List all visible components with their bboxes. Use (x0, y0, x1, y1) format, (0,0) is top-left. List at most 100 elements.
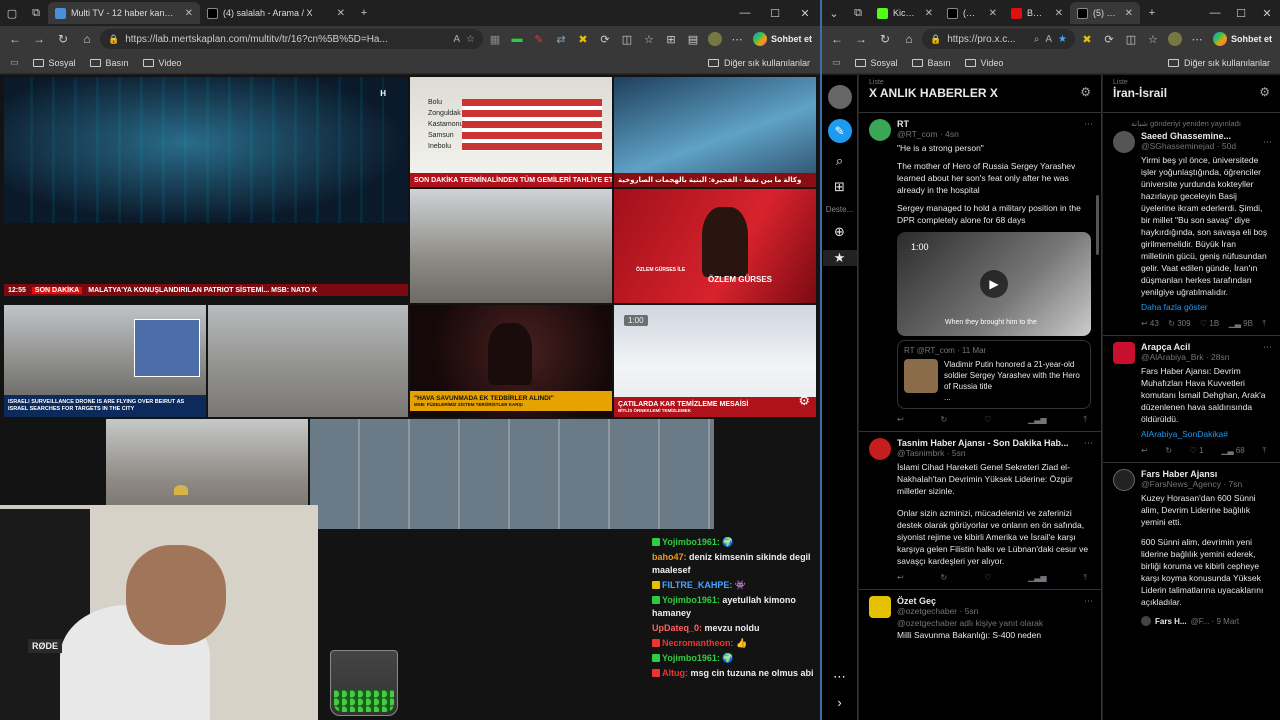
tab-x-search[interactable]: (4) salalah - Arama / X ✕ (200, 2, 352, 24)
close-tab-icon[interactable]: ✕ (333, 8, 345, 19)
tv-tile-presenter[interactable]: "HAVA SAVUNMADA EK TEDBİRLER ALINDI" MSB… (410, 305, 612, 417)
bookmark-folder[interactable]: Basın (89, 58, 129, 68)
play-icon[interactable]: ▶ (980, 270, 1008, 298)
reply-icon[interactable]: ↩ (897, 415, 904, 425)
tab-kick[interactable]: KickPer ✕ (870, 2, 940, 24)
tweet[interactable]: ⋯ Tasnim Haber Ajansı - Son Dakika Hab..… (859, 432, 1101, 590)
zoom-icon[interactable]: ⌕ (1034, 34, 1040, 45)
tv-tile-aerial-city[interactable] (208, 305, 408, 417)
copilot-button[interactable]: Sohbet et (749, 32, 816, 46)
reader-icon[interactable]: A (453, 34, 460, 45)
avatar[interactable] (869, 596, 891, 618)
profile-avatar[interactable] (1165, 29, 1185, 49)
other-favorites[interactable]: Diğer sık kullanılanlar (707, 58, 810, 68)
more-icon[interactable]: ⋯ (1084, 119, 1093, 130)
bookmark-folder[interactable]: Video (964, 58, 1003, 68)
more-icon[interactable]: ⋯ (1084, 438, 1093, 449)
reply-icon[interactable]: ↩ (897, 573, 904, 583)
column-scrollbar[interactable] (1096, 195, 1099, 255)
like-icon[interactable]: ♡ (984, 415, 991, 425)
like-icon[interactable]: ♡ 1 (1190, 446, 1204, 456)
tab-x-pro[interactable]: (5) X Pr ✕ (1070, 2, 1140, 24)
close-tab-icon[interactable]: ✕ (1121, 8, 1133, 19)
profile-avatar[interactable] (705, 29, 725, 49)
deck-label[interactable]: Deste... (826, 205, 854, 214)
bookmark-folder[interactable]: Sosyal (32, 58, 76, 68)
close-window-icon[interactable]: ✕ (1254, 7, 1280, 20)
tweet[interactable]: Fars Haber Ajansı @FarsNews_Agency · 7sn… (1103, 463, 1280, 634)
refresh-icon[interactable]: ↻ (52, 28, 74, 50)
tv-tile-weather[interactable]: Bolu Zonguldak Kastamonu Samsun Inebolu … (410, 77, 612, 187)
favorite-star-icon[interactable]: ☆ (466, 34, 475, 45)
deck-star-icon[interactable]: ★ (822, 250, 857, 266)
maximize-icon[interactable]: ☐ (760, 7, 790, 20)
favorites-icon[interactable]: ☆ (1143, 29, 1163, 49)
tv-tile-map[interactable]: وكالة ما بين نفط - الفجيرة: البنية بالهج… (614, 77, 816, 187)
more-menu-icon[interactable]: ⋯ (727, 29, 747, 49)
avatar[interactable] (1113, 342, 1135, 364)
maximize-icon[interactable]: ☐ (1228, 7, 1254, 20)
close-window-icon[interactable]: ✕ (790, 7, 820, 20)
tab-x-search[interactable]: (4) Ara ✕ (940, 2, 1004, 24)
extensions-icon[interactable]: ⊞ (661, 29, 681, 49)
more-icon[interactable]: ⋯ (1263, 137, 1272, 148)
share-icon[interactable]: ⤒ (1262, 319, 1266, 329)
reader-icon[interactable]: A (1045, 34, 1052, 45)
other-favorites[interactable]: Diğer sık kullanılanlar (1167, 58, 1270, 68)
views-icon[interactable]: ▁▃ 9B (1229, 319, 1253, 329)
extension-icon[interactable]: ⟳ (595, 29, 615, 49)
back-icon[interactable]: ← (4, 28, 26, 50)
close-tab-icon[interactable]: ✕ (1051, 8, 1063, 19)
more-icon[interactable]: ⋯ (1263, 342, 1272, 353)
more-options-icon[interactable]: ⋯ (833, 669, 846, 685)
url-field[interactable]: 🔒 https://lab.mertskaplan.com/multitv/tr… (100, 29, 483, 49)
like-icon[interactable]: ♡ 1B (1200, 319, 1219, 329)
tv-tile-anchor[interactable]: ÖZLEM GÜRSES ÖZLEM GÜRSES İLE (614, 189, 816, 303)
more-icon[interactable]: ⋯ (1084, 596, 1093, 607)
back-icon[interactable]: ← (826, 28, 848, 50)
home-icon[interactable]: ⌂ (898, 28, 920, 50)
tab-actions-icon[interactable]: ▢ (0, 2, 24, 24)
extension-icon[interactable]: ⇄ (551, 29, 571, 49)
search-icon[interactable]: ⌕ (836, 153, 843, 169)
account-avatar[interactable] (827, 85, 852, 109)
share-icon[interactable]: ⤒ (1083, 415, 1087, 425)
refresh-icon[interactable]: ↻ (874, 28, 896, 50)
views-icon[interactable]: ▁▃▅ (1028, 573, 1046, 583)
copilot-button[interactable]: Sohbet et (1209, 32, 1276, 46)
more-menu-icon[interactable]: ⋯ (1187, 29, 1207, 49)
deck-add-icon[interactable]: ⊕ (834, 224, 845, 240)
extension-icon[interactable]: ▦ (485, 29, 505, 49)
avatar[interactable] (869, 119, 891, 141)
tweet[interactable]: شبانه gönderiyi yeniden yayınladı ⋯ Saee… (1103, 113, 1280, 336)
extension-icon[interactable]: ✎ (529, 29, 549, 49)
new-tab-button[interactable]: + (352, 2, 376, 24)
retweet-icon[interactable]: ↻ (941, 415, 948, 425)
reply-icon[interactable]: ↩ (1141, 446, 1148, 456)
tv-tile-cityscape[interactable] (410, 189, 612, 303)
tweet-video[interactable]: 1:00 ▶ When they brought him to the (897, 232, 1091, 336)
refresh-extension-icon[interactable]: ⟳ (1099, 29, 1119, 49)
extension-icon[interactable]: ✖ (1077, 29, 1097, 49)
tv-tile-snow[interactable]: 1:00 ÇATILARDA KAR TEMİZLEME MESAİSİ BİT… (614, 305, 816, 417)
extension-icon[interactable]: ▬ (507, 29, 527, 49)
retweet-icon[interactable]: ↻ (941, 573, 948, 583)
tab-multi-tv[interactable]: Multi TV - 12 haber kanalını aynı a ✕ (48, 2, 200, 24)
tv-tile-webcam-grid[interactable] (310, 419, 714, 529)
quoted-tweet[interactable]: RT @RT_com · 11 Mar Vladimir Putin honor… (897, 340, 1091, 409)
tab-actions-icon[interactable]: ⌄ (822, 2, 846, 24)
extension-icon[interactable]: ✖ (573, 29, 593, 49)
bookmark-folder[interactable]: Sosyal (854, 58, 898, 68)
tweet[interactable]: ⋯ Arapça Acil @AlArabiya_Brk · 28sn Fars… (1103, 336, 1280, 463)
avatar[interactable] (869, 438, 891, 460)
collections-icon[interactable]: ▤ (683, 29, 703, 49)
avatar[interactable] (1113, 131, 1135, 153)
like-icon[interactable]: ♡ (984, 573, 991, 583)
bookmark-folder[interactable]: Video (142, 58, 181, 68)
split-screen-icon[interactable]: ◫ (1121, 29, 1141, 49)
tweet[interactable]: ⋯ Özet Geç @ozetgechaber · 5sn @ozetgech… (859, 590, 1101, 647)
reply-icon[interactable]: ↩ 43 (1141, 319, 1159, 329)
views-icon[interactable]: ▁▃ 68 (1221, 446, 1244, 456)
column-settings-icon[interactable]: ⚙ (1080, 85, 1091, 99)
split-screen-icon[interactable]: ◫ (617, 29, 637, 49)
